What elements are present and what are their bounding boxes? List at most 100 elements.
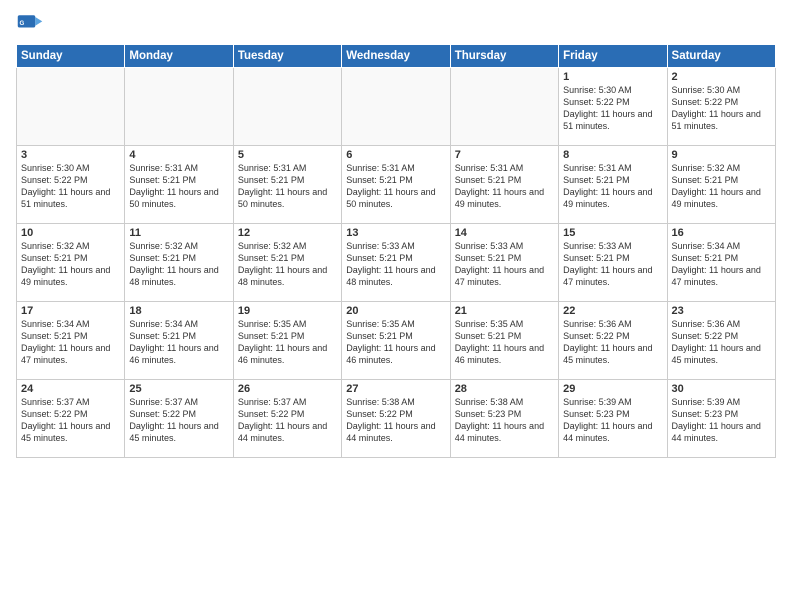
day-number: 5: [238, 149, 337, 161]
day-cell: 11Sunrise: 5:32 AM Sunset: 5:21 PM Dayli…: [125, 224, 233, 302]
col-header-tuesday: Tuesday: [233, 45, 341, 68]
day-number: 13: [346, 227, 445, 239]
day-number: 25: [129, 383, 228, 395]
day-number: 29: [563, 383, 662, 395]
day-number: 16: [672, 227, 771, 239]
day-info: Sunrise: 5:36 AM Sunset: 5:22 PM Dayligh…: [563, 318, 662, 367]
day-info: Sunrise: 5:32 AM Sunset: 5:21 PM Dayligh…: [672, 162, 771, 211]
day-info: Sunrise: 5:38 AM Sunset: 5:22 PM Dayligh…: [346, 396, 445, 445]
day-info: Sunrise: 5:38 AM Sunset: 5:23 PM Dayligh…: [455, 396, 554, 445]
calendar-header-row: SundayMondayTuesdayWednesdayThursdayFrid…: [17, 45, 776, 68]
header-row: G: [16, 10, 776, 38]
col-header-friday: Friday: [559, 45, 667, 68]
day-info: Sunrise: 5:31 AM Sunset: 5:21 PM Dayligh…: [563, 162, 662, 211]
week-row-5: 24Sunrise: 5:37 AM Sunset: 5:22 PM Dayli…: [17, 380, 776, 458]
week-row-4: 17Sunrise: 5:34 AM Sunset: 5:21 PM Dayli…: [17, 302, 776, 380]
col-header-thursday: Thursday: [450, 45, 558, 68]
day-info: Sunrise: 5:32 AM Sunset: 5:21 PM Dayligh…: [21, 240, 120, 289]
day-number: 20: [346, 305, 445, 317]
logo: G: [16, 10, 48, 38]
day-info: Sunrise: 5:35 AM Sunset: 5:21 PM Dayligh…: [455, 318, 554, 367]
day-cell: 3Sunrise: 5:30 AM Sunset: 5:22 PM Daylig…: [17, 146, 125, 224]
day-cell: 13Sunrise: 5:33 AM Sunset: 5:21 PM Dayli…: [342, 224, 450, 302]
day-info: Sunrise: 5:30 AM Sunset: 5:22 PM Dayligh…: [563, 84, 662, 133]
day-number: 23: [672, 305, 771, 317]
day-number: 18: [129, 305, 228, 317]
day-cell: [17, 68, 125, 146]
day-cell: 7Sunrise: 5:31 AM Sunset: 5:21 PM Daylig…: [450, 146, 558, 224]
day-cell: 8Sunrise: 5:31 AM Sunset: 5:21 PM Daylig…: [559, 146, 667, 224]
day-info: Sunrise: 5:33 AM Sunset: 5:21 PM Dayligh…: [346, 240, 445, 289]
day-cell: 19Sunrise: 5:35 AM Sunset: 5:21 PM Dayli…: [233, 302, 341, 380]
day-info: Sunrise: 5:30 AM Sunset: 5:22 PM Dayligh…: [21, 162, 120, 211]
day-cell: [342, 68, 450, 146]
day-cell: 20Sunrise: 5:35 AM Sunset: 5:21 PM Dayli…: [342, 302, 450, 380]
day-cell: 5Sunrise: 5:31 AM Sunset: 5:21 PM Daylig…: [233, 146, 341, 224]
day-info: Sunrise: 5:31 AM Sunset: 5:21 PM Dayligh…: [455, 162, 554, 211]
day-cell: 23Sunrise: 5:36 AM Sunset: 5:22 PM Dayli…: [667, 302, 775, 380]
week-row-2: 3Sunrise: 5:30 AM Sunset: 5:22 PM Daylig…: [17, 146, 776, 224]
logo-icon: G: [16, 10, 44, 38]
day-number: 22: [563, 305, 662, 317]
day-cell: 17Sunrise: 5:34 AM Sunset: 5:21 PM Dayli…: [17, 302, 125, 380]
day-number: 14: [455, 227, 554, 239]
day-cell: [233, 68, 341, 146]
day-info: Sunrise: 5:34 AM Sunset: 5:21 PM Dayligh…: [21, 318, 120, 367]
day-info: Sunrise: 5:33 AM Sunset: 5:21 PM Dayligh…: [455, 240, 554, 289]
day-info: Sunrise: 5:34 AM Sunset: 5:21 PM Dayligh…: [129, 318, 228, 367]
day-number: 17: [21, 305, 120, 317]
day-info: Sunrise: 5:34 AM Sunset: 5:21 PM Dayligh…: [672, 240, 771, 289]
day-cell: 6Sunrise: 5:31 AM Sunset: 5:21 PM Daylig…: [342, 146, 450, 224]
page: G SundayMondayTuesdayWednesdayThursdayFr…: [0, 0, 792, 468]
day-cell: [450, 68, 558, 146]
day-info: Sunrise: 5:35 AM Sunset: 5:21 PM Dayligh…: [238, 318, 337, 367]
day-number: 8: [563, 149, 662, 161]
day-number: 26: [238, 383, 337, 395]
day-cell: 15Sunrise: 5:33 AM Sunset: 5:21 PM Dayli…: [559, 224, 667, 302]
day-info: Sunrise: 5:37 AM Sunset: 5:22 PM Dayligh…: [238, 396, 337, 445]
day-info: Sunrise: 5:39 AM Sunset: 5:23 PM Dayligh…: [563, 396, 662, 445]
col-header-sunday: Sunday: [17, 45, 125, 68]
day-number: 19: [238, 305, 337, 317]
day-number: 12: [238, 227, 337, 239]
day-number: 24: [21, 383, 120, 395]
day-cell: 24Sunrise: 5:37 AM Sunset: 5:22 PM Dayli…: [17, 380, 125, 458]
day-number: 9: [672, 149, 771, 161]
day-cell: 9Sunrise: 5:32 AM Sunset: 5:21 PM Daylig…: [667, 146, 775, 224]
day-cell: 2Sunrise: 5:30 AM Sunset: 5:22 PM Daylig…: [667, 68, 775, 146]
day-info: Sunrise: 5:36 AM Sunset: 5:22 PM Dayligh…: [672, 318, 771, 367]
day-number: 7: [455, 149, 554, 161]
day-cell: 4Sunrise: 5:31 AM Sunset: 5:21 PM Daylig…: [125, 146, 233, 224]
day-cell: 14Sunrise: 5:33 AM Sunset: 5:21 PM Dayli…: [450, 224, 558, 302]
day-info: Sunrise: 5:32 AM Sunset: 5:21 PM Dayligh…: [238, 240, 337, 289]
day-info: Sunrise: 5:37 AM Sunset: 5:22 PM Dayligh…: [21, 396, 120, 445]
calendar-table: SundayMondayTuesdayWednesdayThursdayFrid…: [16, 44, 776, 458]
day-cell: 12Sunrise: 5:32 AM Sunset: 5:21 PM Dayli…: [233, 224, 341, 302]
day-cell: 30Sunrise: 5:39 AM Sunset: 5:23 PM Dayli…: [667, 380, 775, 458]
day-info: Sunrise: 5:33 AM Sunset: 5:21 PM Dayligh…: [563, 240, 662, 289]
day-cell: 25Sunrise: 5:37 AM Sunset: 5:22 PM Dayli…: [125, 380, 233, 458]
day-info: Sunrise: 5:30 AM Sunset: 5:22 PM Dayligh…: [672, 84, 771, 133]
day-info: Sunrise: 5:39 AM Sunset: 5:23 PM Dayligh…: [672, 396, 771, 445]
day-number: 1: [563, 71, 662, 83]
day-number: 21: [455, 305, 554, 317]
day-number: 2: [672, 71, 771, 83]
day-number: 30: [672, 383, 771, 395]
day-cell: 10Sunrise: 5:32 AM Sunset: 5:21 PM Dayli…: [17, 224, 125, 302]
day-cell: 22Sunrise: 5:36 AM Sunset: 5:22 PM Dayli…: [559, 302, 667, 380]
day-number: 11: [129, 227, 228, 239]
day-number: 15: [563, 227, 662, 239]
day-number: 6: [346, 149, 445, 161]
day-cell: 1Sunrise: 5:30 AM Sunset: 5:22 PM Daylig…: [559, 68, 667, 146]
col-header-saturday: Saturday: [667, 45, 775, 68]
week-row-1: 1Sunrise: 5:30 AM Sunset: 5:22 PM Daylig…: [17, 68, 776, 146]
day-info: Sunrise: 5:31 AM Sunset: 5:21 PM Dayligh…: [238, 162, 337, 211]
day-number: 27: [346, 383, 445, 395]
day-info: Sunrise: 5:37 AM Sunset: 5:22 PM Dayligh…: [129, 396, 228, 445]
day-cell: 18Sunrise: 5:34 AM Sunset: 5:21 PM Dayli…: [125, 302, 233, 380]
day-number: 10: [21, 227, 120, 239]
day-number: 3: [21, 149, 120, 161]
day-cell: 16Sunrise: 5:34 AM Sunset: 5:21 PM Dayli…: [667, 224, 775, 302]
day-info: Sunrise: 5:35 AM Sunset: 5:21 PM Dayligh…: [346, 318, 445, 367]
svg-text:G: G: [20, 20, 25, 27]
